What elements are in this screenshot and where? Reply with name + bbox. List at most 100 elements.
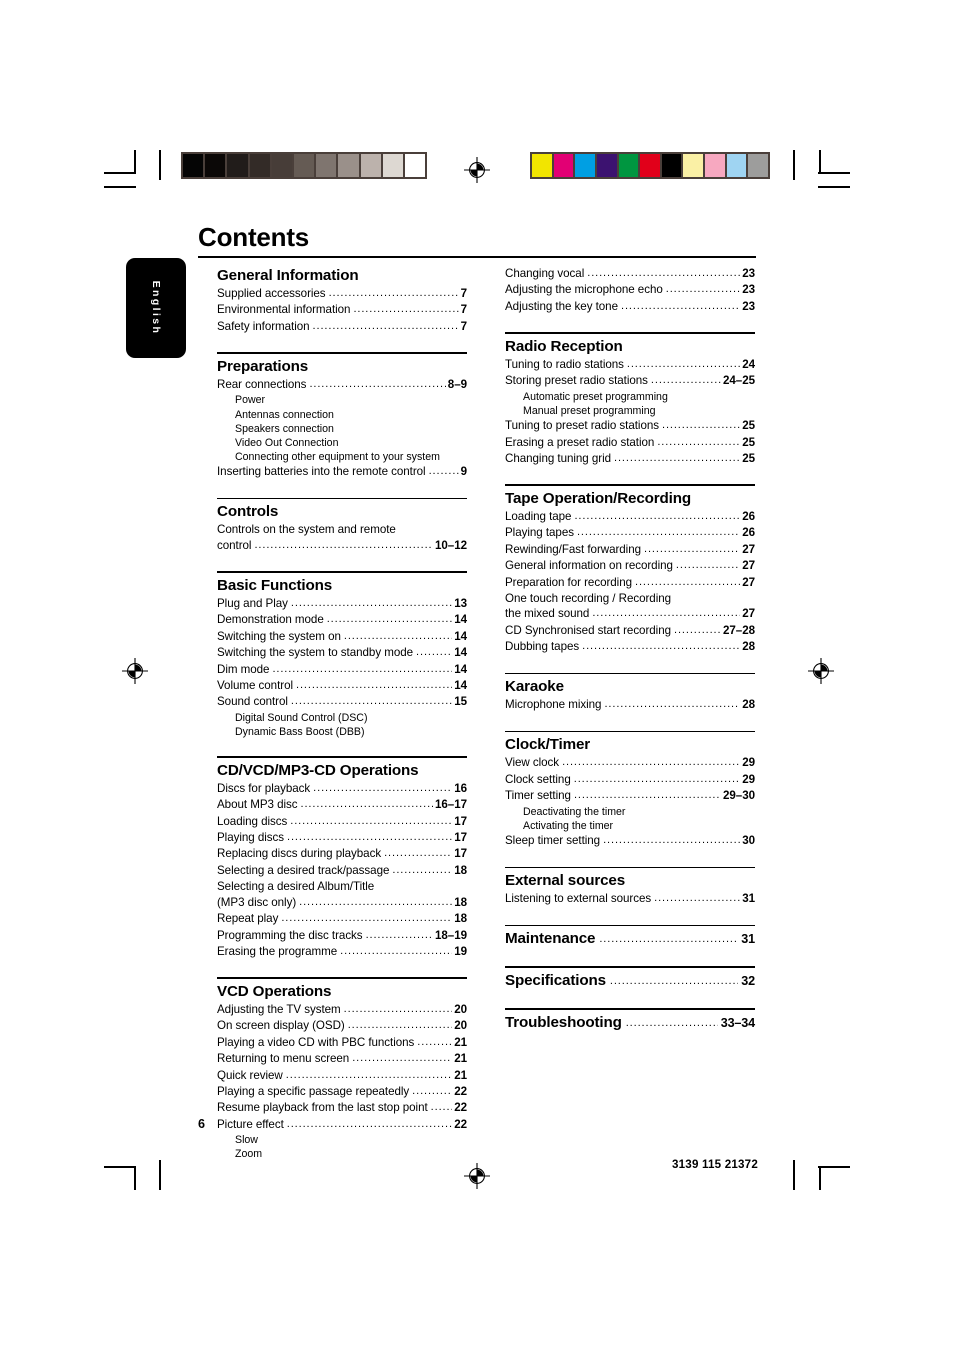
page-reference: 15: [454, 695, 467, 709]
contents-entry[interactable]: Repeat play.............................…: [217, 911, 467, 927]
contents-entry[interactable]: Plug and Play...........................…: [217, 596, 467, 612]
contents-entry-label: Changing tuning grid: [505, 451, 611, 465]
page-reference: 26: [742, 510, 755, 524]
contents-entry[interactable]: Programming the disc tracks.............…: [217, 928, 467, 944]
contents-entry[interactable]: Playing tapes...........................…: [505, 525, 755, 541]
section-divider: [505, 332, 755, 334]
contents-entry[interactable]: Loading discs...........................…: [217, 814, 467, 830]
contents-entry[interactable]: Erasing the programme...................…: [217, 944, 467, 960]
page-reference: 29–30: [723, 789, 755, 803]
contents-entry[interactable]: Listening to external sources...........…: [505, 891, 755, 907]
contents-entry-label: control: [217, 538, 252, 552]
page-reference: 14: [454, 662, 467, 676]
contents-entry[interactable]: Storing preset radio stations...........…: [505, 373, 755, 389]
color-calibration-strip: [530, 152, 770, 179]
dot-leader: ........................................…: [281, 912, 452, 925]
contents-subentry: Power: [235, 394, 266, 407]
dot-leader: ........................................…: [626, 357, 741, 370]
contents-section-external-sources: External sources Listening to external so…: [505, 866, 755, 908]
contents-entry[interactable]: Adjusting the TV system.................…: [217, 1002, 467, 1018]
contents-entry-label: Supplied accessories: [217, 287, 326, 300]
contents-entry-label: Timer setting: [505, 789, 571, 803]
contents-entry-label: Dim mode: [217, 662, 270, 676]
contents-entry[interactable]: Clock setting...........................…: [505, 772, 755, 788]
contents-entry[interactable]: Environmental information...............…: [217, 302, 467, 318]
contents-entry[interactable]: Erasing a preset radio station..........…: [505, 435, 755, 451]
dot-leader: ........................................…: [412, 1085, 452, 1098]
contents-subentry: Automatic preset programming: [523, 390, 668, 403]
contents-entry-label: Safety information: [217, 319, 310, 333]
contents-entry[interactable]: Changing tuning grid....................…: [505, 451, 755, 467]
contents-entry[interactable]: control.................................…: [217, 538, 467, 554]
contents-entry[interactable]: Microphone mixing.......................…: [505, 697, 755, 713]
contents-entry-label: Quick review: [217, 1068, 283, 1082]
page-reference: 16: [454, 781, 467, 795]
contents-entry-label: CD Synchronised start recording: [505, 623, 671, 637]
contents-entry[interactable]: CD Synchronised start recording.........…: [505, 623, 755, 639]
contents-section-cd-vcd-mp3-cd-operations: CD/VCD/MP3-CD Operations Discs for playba…: [217, 756, 467, 960]
grayscale-swatch-1: [205, 154, 226, 177]
section-heading-radio-reception: Radio Reception: [505, 337, 623, 355]
contents-entry-label: Demonstration mode: [217, 613, 324, 627]
contents-entry[interactable]: Adjusting the key tone..................…: [505, 299, 755, 315]
contents-entry[interactable]: General information on recording........…: [505, 558, 755, 574]
contents-entry-label: Changing vocal: [505, 267, 585, 280]
contents-entry[interactable]: Tuning to preset radio stations.........…: [505, 418, 755, 434]
contents-entry-label: Erasing a preset radio station: [505, 435, 655, 449]
page-reference: 24–25: [723, 374, 755, 388]
contents-entry[interactable]: Dim mode................................…: [217, 662, 467, 678]
contents-entry[interactable]: Sound control...........................…: [217, 694, 467, 710]
contents-entry[interactable]: Changing vocal..........................…: [505, 266, 755, 282]
contents-entry[interactable]: Adjusting the microphone echo...........…: [505, 282, 755, 298]
contents-entry[interactable]: About MP3 disc..........................…: [217, 797, 467, 813]
contents-entry[interactable]: Returning to menu screen................…: [217, 1051, 467, 1067]
contents-entry[interactable]: Replacing discs during playback.........…: [217, 846, 467, 862]
contents-entry[interactable]: Selecting a desired Album/Title: [217, 879, 467, 894]
contents-entry[interactable]: Sleep timer setting.....................…: [505, 833, 755, 849]
contents-entry[interactable]: Rear connections........................…: [217, 377, 467, 393]
section-heading-controls: Controls: [217, 503, 279, 521]
contents-entry[interactable]: One touch recording / Recording: [505, 591, 755, 606]
contents-subentry: Zoom: [235, 1148, 263, 1161]
contents-entry[interactable]: Controls on the system and remote: [217, 522, 467, 537]
dot-leader: ........................................…: [574, 510, 740, 523]
contents-entry[interactable]: Timer setting...........................…: [505, 788, 755, 804]
contents-entry[interactable]: the mixed sound.........................…: [505, 606, 755, 622]
contents-entry[interactable]: Dubbing tapes...........................…: [505, 639, 755, 655]
title-divider: [198, 256, 756, 259]
contents-entry[interactable]: On screen display (OSD).................…: [217, 1018, 467, 1034]
contents-entry[interactable]: Playing a specific passage repeatedly...…: [217, 1084, 467, 1100]
contents-section-basic-functions: Basic Functions Plug and Play............…: [217, 571, 467, 739]
contents-entry[interactable]: Switching the system on.................…: [217, 629, 467, 645]
section-heading-specifications: Specifications..........................…: [505, 971, 755, 990]
contents-entry[interactable]: Playing discs...........................…: [217, 830, 467, 846]
contents-entry[interactable]: Safety information......................…: [217, 319, 467, 335]
contents-entry[interactable]: Supplied accessories....................…: [217, 286, 467, 302]
contents-entry[interactable]: Tuning to radio stations................…: [505, 357, 755, 373]
contents-entry[interactable]: Volume control..........................…: [217, 678, 467, 694]
contents-entry[interactable]: (MP3 disc only).........................…: [217, 895, 467, 911]
registration-target-left: [122, 658, 148, 684]
page-title: Contents: [198, 222, 310, 252]
contents-entry-label: Storing preset radio stations: [505, 374, 648, 388]
contents-entry[interactable]: Selecting a desired track/passage.......…: [217, 863, 467, 879]
contents-entry[interactable]: Picture effect..........................…: [217, 1117, 467, 1133]
contents-entry[interactable]: Discs for playback......................…: [217, 781, 467, 797]
contents-entry[interactable]: View clock..............................…: [505, 755, 755, 771]
contents-entry[interactable]: Rewinding/Fast forwarding...............…: [505, 542, 755, 558]
contents-entry[interactable]: Loading tape............................…: [505, 509, 755, 525]
contents-subentry: Antennas connection: [235, 408, 334, 421]
contents-entry[interactable]: Switching the system to standby mode....…: [217, 645, 467, 661]
section-heading-external-sources: External sources: [505, 872, 626, 890]
contents-entry[interactable]: Preparation for recording...............…: [505, 575, 755, 591]
contents-entry[interactable]: Resume playback from the last stop point…: [217, 1100, 467, 1116]
dot-leader: ........................................…: [287, 831, 452, 844]
contents-entry[interactable]: Playing a video CD with PBC functions...…: [217, 1035, 467, 1051]
page-number: 6: [198, 1117, 206, 1131]
contents-entry[interactable]: Quick review............................…: [217, 1068, 467, 1084]
contents-entry[interactable]: Inserting batteries into the remote cont…: [217, 464, 467, 480]
contents-entry[interactable]: Demonstration mode......................…: [217, 612, 467, 628]
